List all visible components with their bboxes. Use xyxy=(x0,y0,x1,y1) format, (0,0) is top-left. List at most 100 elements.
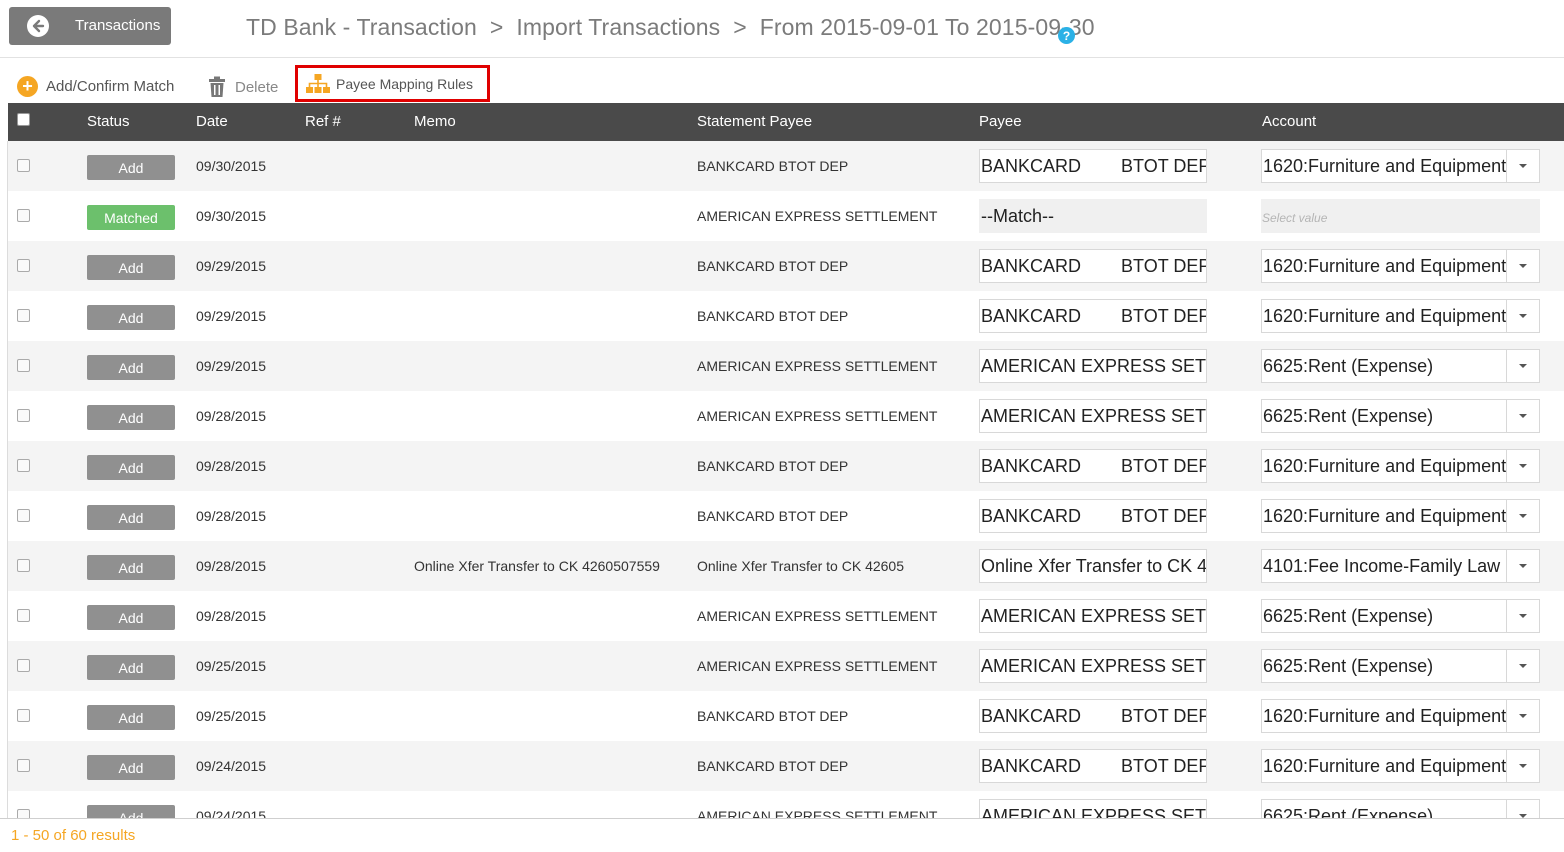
status-badge[interactable]: Add xyxy=(87,605,175,630)
status-badge[interactable]: Add xyxy=(87,405,175,430)
account-select[interactable]: 6625:Rent (Expense) xyxy=(1261,799,1540,818)
account-select[interactable]: 6625:Rent (Expense) xyxy=(1261,599,1540,633)
row-checkbox[interactable] xyxy=(17,209,30,222)
chevron-down-icon[interactable] xyxy=(1506,600,1539,632)
row-checkbox[interactable] xyxy=(17,359,30,372)
column-header-memo[interactable]: Memo xyxy=(414,113,456,130)
account-select[interactable]: 6625:Rent (Expense) xyxy=(1261,399,1540,433)
status-badge[interactable]: Add xyxy=(87,755,175,780)
payee-input[interactable]: BANKCARD BTOT DEP xyxy=(979,299,1207,333)
chevron-down-icon[interactable] xyxy=(1506,650,1539,682)
account-select[interactable]: 4101:Fee Income-Family Law xyxy=(1261,549,1540,583)
add-confirm-match-button[interactable]: + Add/Confirm Match xyxy=(17,76,174,97)
chevron-down-icon[interactable] xyxy=(1506,350,1539,382)
chevron-down-icon[interactable] xyxy=(1506,500,1539,532)
account-select[interactable]: 6625:Rent (Expense) xyxy=(1261,349,1540,383)
row-checkbox[interactable] xyxy=(17,259,30,272)
table-row[interactable]: Add 09/29/2015 AMERICAN EXPRESS SETTLEMENT… xyxy=(8,341,1564,391)
payee-input[interactable]: --Match-- xyxy=(979,199,1207,233)
payee-input[interactable]: BANKCARD BTOT DEP xyxy=(979,499,1207,533)
payee-input[interactable]: Online Xfer Transfer to CK 4260507559 xyxy=(979,549,1207,583)
table-row[interactable]: Add 09/24/2015 BANKCARD BTOT DEP BANKCARD B… xyxy=(8,741,1564,791)
row-checkbox[interactable] xyxy=(17,659,30,672)
table-row[interactable]: Add 09/24/2015 AMERICAN EXPRESS SETTLEMENT… xyxy=(8,791,1564,818)
account-value: 1620:Furniture and Equipment xyxy=(1263,156,1507,176)
table-row[interactable]: Add 09/25/2015 BANKCARD BTOT DEP BANKCARD B… xyxy=(8,691,1564,741)
payee-input[interactable]: BANKCARD BTOT DEP xyxy=(979,699,1207,733)
row-checkbox[interactable] xyxy=(17,309,30,322)
row-checkbox[interactable] xyxy=(17,459,30,472)
table-row[interactable]: Add 09/29/2015 BANKCARD BTOT DEP BANKCARD B… xyxy=(8,241,1564,291)
table-row[interactable]: Add 09/28/2015 BANKCARD BTOT DEP BANKCARD B… xyxy=(8,441,1564,491)
status-badge[interactable]: Add xyxy=(87,555,175,580)
chevron-down-icon[interactable] xyxy=(1506,800,1539,818)
account-select[interactable]: 1620:Furniture and Equipment xyxy=(1261,249,1540,283)
account-select[interactable]: 1620:Furniture and Equipment xyxy=(1261,449,1540,483)
row-checkbox[interactable] xyxy=(17,709,30,722)
chevron-down-icon[interactable] xyxy=(1506,300,1539,332)
account-select[interactable]: 1620:Furniture and Equipment xyxy=(1261,749,1540,783)
row-checkbox[interactable] xyxy=(17,509,30,522)
status-badge[interactable]: Matched xyxy=(87,205,175,230)
table-row[interactable]: Add 09/28/2015 Online Xfer Transfer to CK … xyxy=(8,541,1564,591)
row-checkbox[interactable] xyxy=(17,159,30,172)
back-to-transactions-button[interactable]: Transactions xyxy=(9,7,171,45)
status-badge[interactable]: Add xyxy=(87,505,175,530)
payee-input[interactable]: BANKCARD BTOT DEP xyxy=(979,449,1207,483)
payee-input[interactable]: AMERICAN EXPRESS SETTLEMENT xyxy=(979,649,1207,683)
payee-input[interactable]: AMERICAN EXPRESS SETTLEMENT xyxy=(979,399,1207,433)
table-row[interactable]: Add 09/28/2015 AMERICAN EXPRESS SETTLEMENT… xyxy=(8,391,1564,441)
column-header-date[interactable]: Date xyxy=(196,113,228,130)
row-checkbox[interactable] xyxy=(17,809,30,818)
table-row[interactable]: Add 09/29/2015 BANKCARD BTOT DEP BANKCARD B… xyxy=(8,291,1564,341)
column-header-status[interactable]: Status xyxy=(87,113,130,130)
status-badge[interactable]: Add xyxy=(87,255,175,280)
add-confirm-match-label: Add/Confirm Match xyxy=(46,78,175,95)
help-icon[interactable]: ? xyxy=(1058,27,1075,44)
column-header-payee[interactable]: Payee xyxy=(979,113,1022,130)
chevron-down-icon[interactable] xyxy=(1506,450,1539,482)
column-header-statement-payee[interactable]: Statement Payee xyxy=(697,113,812,130)
account-select[interactable]: 1620:Furniture and Equipment xyxy=(1261,149,1540,183)
row-checkbox[interactable] xyxy=(17,409,30,422)
table-row[interactable]: Add 09/30/2015 BANKCARD BTOT DEP BANKCARD B… xyxy=(8,141,1564,191)
payee-input[interactable]: BANKCARD BTOT DEP xyxy=(979,749,1207,783)
chevron-down-icon[interactable] xyxy=(1506,750,1539,782)
row-checkbox[interactable] xyxy=(17,759,30,772)
status-badge[interactable]: Add xyxy=(87,805,175,818)
select-all-checkbox[interactable] xyxy=(17,113,30,126)
row-checkbox[interactable] xyxy=(17,559,30,572)
account-select[interactable]: 1620:Furniture and Equipment xyxy=(1261,299,1540,333)
payee-input[interactable]: BANKCARD BTOT DEP xyxy=(979,149,1207,183)
chevron-down-icon[interactable] xyxy=(1506,550,1539,582)
payee-input[interactable]: AMERICAN EXPRESS SETTLEMENT xyxy=(979,349,1207,383)
account-select[interactable]: 1620:Furniture and Equipment xyxy=(1261,699,1540,733)
table-row[interactable]: Add 09/28/2015 BANKCARD BTOT DEP BANKCARD B… xyxy=(8,491,1564,541)
payee-input[interactable]: BANKCARD BTOT DEP xyxy=(979,249,1207,283)
delete-button[interactable]: Delete xyxy=(207,76,278,98)
chevron-down-icon[interactable] xyxy=(1506,150,1539,182)
payee-input[interactable]: AMERICAN EXPRESS SETTLEMENT xyxy=(979,599,1207,633)
account-select[interactable]: 6625:Rent (Expense) xyxy=(1261,649,1540,683)
row-checkbox[interactable] xyxy=(17,609,30,622)
chevron-down-icon[interactable] xyxy=(1506,700,1539,732)
status-badge[interactable]: Add xyxy=(87,305,175,330)
payee-input[interactable]: AMERICAN EXPRESS SETTLEMENT xyxy=(979,799,1207,818)
account-select[interactable]: 1620:Furniture and Equipment xyxy=(1261,499,1540,533)
column-header-ref[interactable]: Ref # xyxy=(305,113,341,130)
status-badge[interactable]: Add xyxy=(87,155,175,180)
chevron-down-icon[interactable] xyxy=(1506,400,1539,432)
table-row[interactable]: Add 09/25/2015 AMERICAN EXPRESS SETTLEMENT… xyxy=(8,641,1564,691)
table-row[interactable]: Add 09/28/2015 AMERICAN EXPRESS SETTLEMENT… xyxy=(8,591,1564,641)
status-badge[interactable]: Add xyxy=(87,455,175,480)
status-badge[interactable]: Add xyxy=(87,705,175,730)
account-value: 4101:Fee Income-Family Law xyxy=(1263,556,1501,576)
payee-mapping-rules-button[interactable]: Payee Mapping Rules xyxy=(295,65,490,102)
chevron-down-icon[interactable] xyxy=(1506,250,1539,282)
statement-payee-cell: Online Xfer Transfer to CK 42605 xyxy=(697,558,904,574)
account-select[interactable]: Select value xyxy=(1261,199,1540,233)
table-row[interactable]: Matched 09/30/2015 AMERICAN EXPRESS SETTLE… xyxy=(8,191,1564,241)
column-header-account[interactable]: Account xyxy=(1262,113,1316,130)
status-badge[interactable]: Add xyxy=(87,655,175,680)
status-badge[interactable]: Add xyxy=(87,355,175,380)
